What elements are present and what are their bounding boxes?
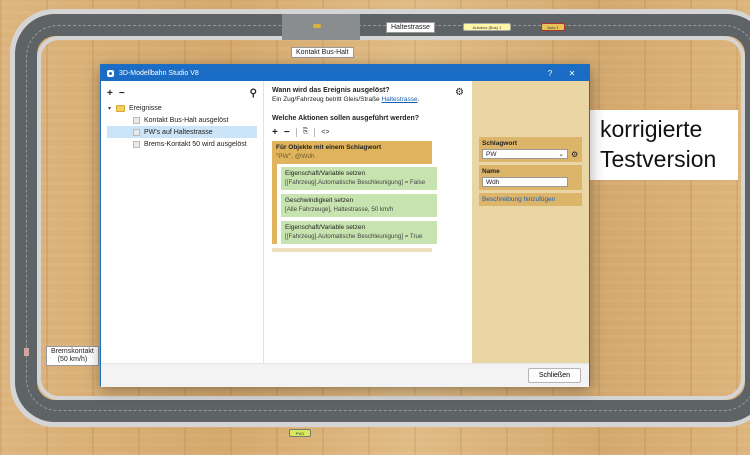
schlagwort-label: Schlagwort bbox=[482, 140, 518, 147]
action-item[interactable]: Eigenschaft/Variable setzen [[Fahrzeug].… bbox=[281, 167, 437, 190]
add-description-link[interactable]: Beschreibung hinzufügen bbox=[479, 193, 582, 206]
gear-icon[interactable]: ⚙ bbox=[571, 150, 578, 159]
dialog-footer: Schließen bbox=[101, 363, 589, 387]
schlagwort-value: PW bbox=[486, 150, 497, 158]
signal-icon bbox=[24, 348, 29, 356]
chevron-down-icon: ⌄ bbox=[558, 151, 564, 158]
event-tree: ▾ Ereignisse Kontakt Bus-Halt ausgelöst … bbox=[107, 102, 257, 150]
add-action-button[interactable]: + bbox=[272, 127, 278, 138]
bus-stop-marker bbox=[313, 24, 321, 28]
name-label: Name bbox=[482, 168, 500, 175]
car-vehicle-red[interactable]: Auto 1 bbox=[541, 23, 565, 31]
foreach-block-header[interactable]: Für Objekte mit einem Schlagwort "PW", @… bbox=[272, 141, 432, 164]
tree-item-pws-haltestrasse[interactable]: PW's auf Haltestrasse bbox=[107, 126, 257, 138]
action-title: Geschwindigkeit setzen bbox=[285, 197, 354, 204]
actions-title: Welche Aktionen sollen ausgeführt werden… bbox=[272, 115, 420, 122]
schlagwort-box: Schlagwort PW ⌄ ⚙ bbox=[479, 137, 582, 162]
action-title: Eigenschaft/Variable setzen bbox=[285, 224, 366, 231]
action-detail: [Alle Fahrzeuge], Haltestrasse, 50 km/h bbox=[285, 206, 394, 213]
add-event-button[interactable]: + bbox=[107, 88, 113, 99]
name-box: Name Wdh bbox=[479, 165, 582, 190]
search-icon[interactable]: ⚲ bbox=[250, 88, 257, 99]
remove-action-button[interactable]: − bbox=[284, 127, 290, 138]
close-icon[interactable]: ✕ bbox=[561, 69, 583, 78]
tree-folder-label: Ereignisse bbox=[129, 104, 162, 112]
event-icon bbox=[133, 140, 140, 148]
tree-item-label: Kontakt Bus-Halt ausgelöst bbox=[144, 116, 229, 124]
foreach-block-footer bbox=[272, 248, 432, 252]
tree-item-kontakt-bus-halt[interactable]: Kontakt Bus-Halt ausgelöst bbox=[107, 114, 257, 126]
car-vehicle-bottom-label: PW1 bbox=[295, 430, 305, 436]
action-title: Eigenschaft/Variable setzen bbox=[285, 170, 366, 177]
action-detail: [[Fahrzeug].Automatische Beschleunigung]… bbox=[285, 179, 426, 186]
trigger-description: Ein Zug/Fahrzeug betritt Gleis/Straße Ha… bbox=[272, 96, 464, 103]
toolbar-divider bbox=[295, 127, 297, 137]
car-vehicle-bottom[interactable]: PW1 bbox=[289, 429, 311, 437]
event-icon bbox=[133, 116, 140, 124]
code-icon[interactable]: <> bbox=[321, 129, 329, 136]
car-vehicle-red-label: Auto 1 bbox=[547, 24, 559, 30]
dialog-title: 3D-Modellbahn Studio V8 bbox=[119, 69, 199, 77]
event-icon bbox=[133, 128, 140, 136]
foreach-block-body: Eigenschaft/Variable setzen [[Fahrzeug].… bbox=[272, 164, 437, 244]
bus-vehicle-label: Autobus (Bus) 1 bbox=[472, 24, 502, 30]
event-dialog: 3D-Modellbahn Studio V8 ? ✕ + − ⚲ ▾ Erei… bbox=[100, 64, 590, 387]
action-item[interactable]: Eigenschaft/Variable setzen [[Fahrzeug].… bbox=[281, 221, 437, 244]
properties-panel: Schlagwort PW ⌄ ⚙ Name Wdh Beschreibung … bbox=[472, 81, 589, 363]
trigger-suffix: . bbox=[417, 96, 420, 103]
bus-stop-area bbox=[282, 14, 360, 40]
chevron-down-icon[interactable]: ▾ bbox=[108, 105, 116, 112]
action-item[interactable]: Geschwindigkeit setzen [Alle Fahrzeuge],… bbox=[281, 194, 437, 217]
app-icon bbox=[107, 69, 114, 77]
actions-toolbar: + − ⎘ <> bbox=[272, 126, 464, 138]
brems-label-text: Bremskontakt bbox=[51, 348, 94, 355]
foreach-block-title: Für Objekte mit einem Schlagwort bbox=[276, 144, 382, 151]
copy-icon[interactable]: ⎘ bbox=[303, 128, 309, 136]
track-label-haltestrasse: Haltestrasse bbox=[386, 22, 435, 33]
tree-item-label: PW's auf Haltestrasse bbox=[144, 128, 213, 136]
brems-label-speed: (50 km/h) bbox=[57, 356, 88, 363]
event-editor: Wann wird das Ereignis ausgelöst? ⚙ Ein … bbox=[264, 81, 472, 363]
annotation-note: korrigierte Testversion bbox=[590, 110, 738, 180]
trigger-link[interactable]: Haltestrasse bbox=[381, 96, 417, 103]
tree-item-label: Brems-Kontakt 50 wird ausgelöst bbox=[144, 140, 247, 148]
bus-vehicle[interactable]: Autobus (Bus) 1 bbox=[463, 23, 511, 31]
contact-label-bus-halt: Kontakt Bus-Halt bbox=[291, 47, 354, 58]
foreach-block-tags: "PW", @Wdh bbox=[276, 153, 315, 160]
gear-icon[interactable]: ⚙ bbox=[455, 87, 464, 98]
remove-event-button[interactable]: − bbox=[119, 88, 125, 99]
dialog-titlebar[interactable]: 3D-Modellbahn Studio V8 ? ✕ bbox=[101, 65, 589, 81]
help-button[interactable]: ? bbox=[539, 69, 561, 78]
event-tree-panel: + − ⚲ ▾ Ereignisse Kontakt Bus-Halt ausg… bbox=[101, 81, 264, 363]
schlagwort-select[interactable]: PW ⌄ bbox=[482, 149, 568, 159]
folder-icon bbox=[116, 104, 125, 112]
contact-label-brems: Bremskontakt (50 km/h) bbox=[46, 346, 99, 366]
name-field[interactable]: Wdh bbox=[482, 177, 568, 187]
note-line-1: korrigierte bbox=[600, 116, 703, 142]
tree-item-brems-kontakt[interactable]: Brems-Kontakt 50 wird ausgelöst bbox=[107, 138, 257, 150]
toolbar-divider bbox=[314, 127, 316, 137]
close-button[interactable]: Schließen bbox=[527, 368, 581, 383]
tree-folder-ereignisse[interactable]: ▾ Ereignisse bbox=[107, 102, 257, 114]
trigger-question: Wann wird das Ereignis ausgelöst? bbox=[272, 87, 390, 94]
action-detail: [[Fahrzeug].Automatische Beschleunigung]… bbox=[285, 233, 423, 240]
note-line-2: Testversion bbox=[600, 146, 717, 172]
trigger-prefix: Ein Zug/Fahrzeug betritt Gleis/Straße bbox=[272, 96, 380, 103]
